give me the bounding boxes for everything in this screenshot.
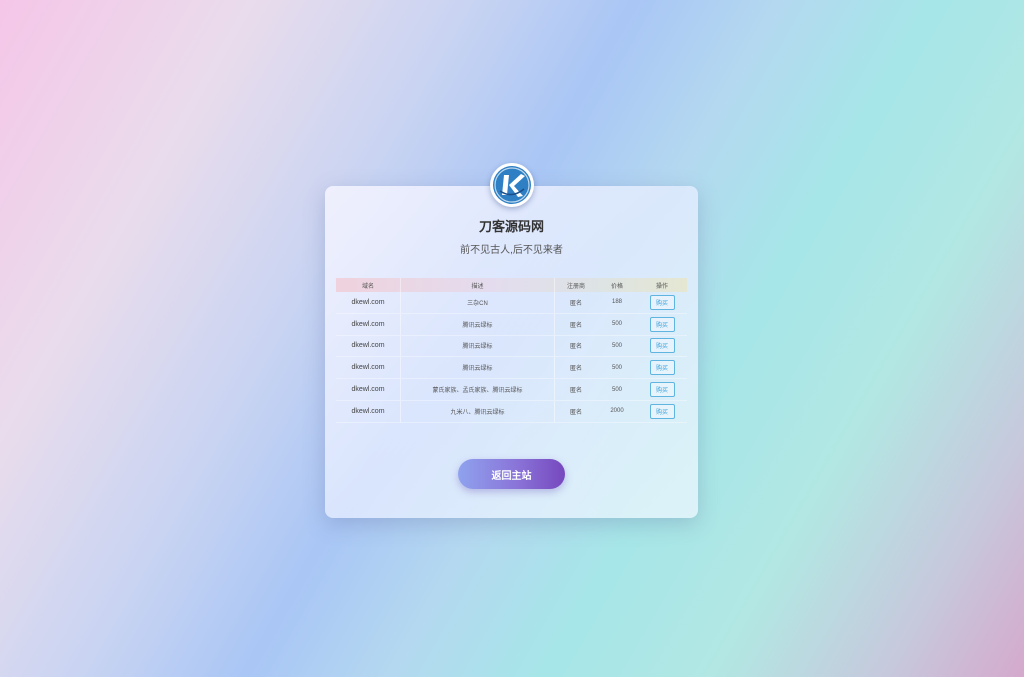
table-row: dkewl.com 腾讯云绿标 匿名 500 购买 [336,335,687,358]
header-price: 价格 [610,283,623,290]
domain-cell: dkewl.com [351,386,385,394]
buy-button[interactable]: 购买 [649,338,675,354]
table-row: dkewl.com 九米八、腾讯云绿标 匿名 2000 购买 [336,400,687,423]
header-domain: 域名 [361,283,374,290]
buy-button[interactable]: 购买 [649,294,675,310]
header-description: 描述 [400,278,554,292]
action-cell: 购买 [637,314,687,335]
site-subtitle: 前不见古人,后不见来者 [460,245,563,256]
table-row: dkewl.com 三杂CN 匿名 188 购买 [336,292,687,314]
action-cell: 购买 [637,379,687,400]
description-cell: 腾讯云绿标 [400,335,554,357]
k-logo-icon [493,166,531,204]
domain-cell: dkewl.com [351,320,385,328]
buy-button[interactable]: 购买 [649,316,675,332]
action-cell: 购买 [637,292,687,313]
price-cell: 500 [611,364,622,371]
price-cell: 500 [611,321,622,328]
domain-cell: dkewl.com [351,407,385,415]
table-row: dkewl.com 腾讯云绿标 匿名 500 购买 [336,357,687,380]
domain-cell: dkewl.com [351,298,385,306]
description-cell: 腾讯云绿标 [400,313,554,335]
registrar-cell: 匿名 [554,292,597,313]
price-cell: 188 [611,299,622,306]
table-row: dkewl.com 腾讯云绿标 匿名 500 购买 [336,313,687,336]
table-row: dkewl.com 蒙氏家族、孟氏家族、腾讯云绿标 匿名 500 购买 [336,379,687,401]
description-cell: 腾讯云绿标 [400,357,554,379]
registrar-cell: 匿名 [554,357,597,379]
action-cell: 购买 [637,401,687,422]
registrar-cell: 匿名 [554,400,597,422]
domain-table: 域名 描述 注册商 价格 操作 dkewl.com 三杂CN 匿名 188 购买… [336,278,687,423]
action-cell: 购买 [637,357,687,378]
price-cell: 500 [611,342,622,349]
description-cell: 蒙氏家族、孟氏家族、腾讯云绿标 [400,379,554,400]
registrar-cell: 匿名 [554,379,597,400]
price-cell: 2000 [610,408,624,415]
buy-button[interactable]: 购买 [649,382,675,398]
price-cell: 500 [611,386,622,393]
domain-cell: dkewl.com [351,364,385,372]
buy-button[interactable]: 购买 [649,360,675,376]
description-cell: 九米八、腾讯云绿标 [400,400,554,422]
return-home-button[interactable]: 返回主站 [458,459,565,489]
site-title: 刀客源码网 [478,219,544,234]
registrar-cell: 匿名 [554,313,597,335]
site-logo [490,163,534,207]
buy-button[interactable]: 购买 [649,403,675,419]
table-header: 域名 描述 注册商 价格 操作 [336,278,687,292]
header-action: 操作 [655,283,668,290]
registrar-cell: 匿名 [554,335,597,357]
action-cell: 购买 [637,336,687,357]
domain-cell: dkewl.com [351,342,385,350]
header-registrar: 注册商 [554,278,597,292]
description-cell: 三杂CN [400,292,554,313]
